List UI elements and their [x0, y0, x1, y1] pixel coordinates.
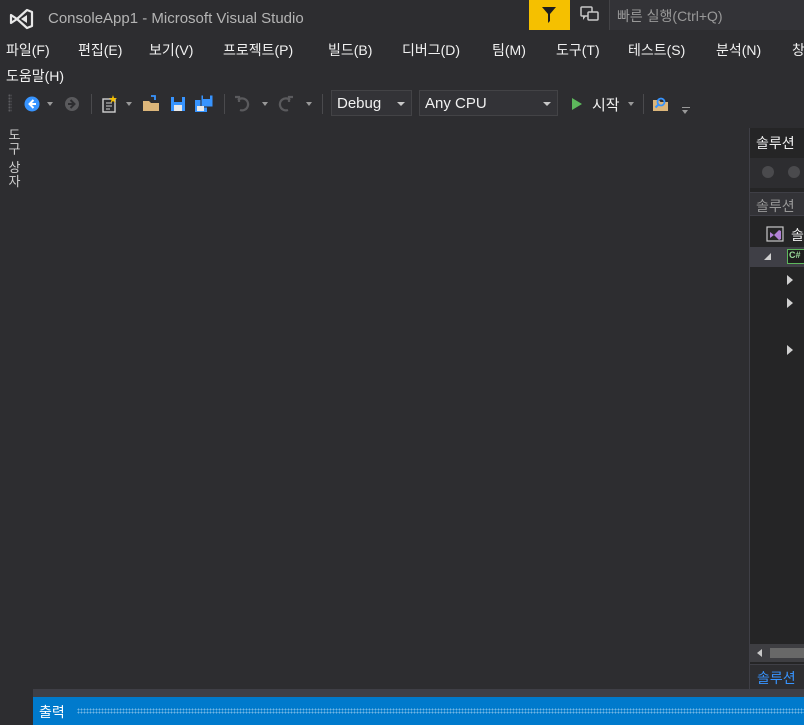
- new-project-dropdown-icon[interactable]: [126, 102, 132, 106]
- solution-explorer-tab-label: 솔루션: [757, 670, 796, 686]
- notification-filter-button[interactable]: [529, 0, 570, 30]
- solution-node-label: 솔: [791, 227, 804, 243]
- toolbox-tab[interactable]: 도구 상자: [4, 128, 24, 198]
- start-button-label[interactable]: 시작: [592, 94, 620, 115]
- save-icon[interactable]: [168, 94, 188, 114]
- navigate-forward-icon[interactable]: [62, 94, 82, 114]
- toolbar-separator: [224, 94, 225, 114]
- toolbar-separator: [643, 94, 644, 114]
- menu-build[interactable]: 빌드(B): [328, 40, 372, 60]
- solution-configuration-dropdown[interactable]: Debug: [331, 90, 412, 116]
- quick-launch-placeholder: 빠른 실행(Ctrl+Q): [617, 8, 723, 24]
- output-title: 출력: [39, 704, 65, 720]
- undo-icon[interactable]: [232, 94, 252, 114]
- filter-icon: [542, 7, 556, 23]
- solution-explorer-tab[interactable]: 솔루션: [750, 664, 804, 689]
- sol-back-icon[interactable]: [762, 166, 774, 178]
- toolbar-grip[interactable]: [8, 94, 12, 112]
- menu-help[interactable]: 도움말(H): [6, 66, 64, 86]
- csharp-badge: C#: [789, 250, 801, 260]
- navigate-back-dropdown-icon[interactable]: [47, 102, 53, 106]
- menu-tools[interactable]: 도구(T): [556, 40, 600, 60]
- scrollbar-thumb[interactable]: [770, 648, 804, 658]
- open-file-icon[interactable]: [141, 94, 161, 114]
- save-all-icon[interactable]: [194, 94, 214, 114]
- solution-icon: [766, 226, 784, 242]
- collapsed-arrow-icon[interactable]: [787, 275, 793, 285]
- menu-debug[interactable]: 디버그(D): [402, 40, 460, 60]
- output-window-header[interactable]: 출력: [33, 697, 804, 725]
- sol-forward-icon[interactable]: [788, 166, 800, 178]
- tree-item-project[interactable]: C#: [750, 247, 804, 267]
- menu-analyze[interactable]: 분석(N): [716, 40, 761, 60]
- sol-search-placeholder: 솔루션: [756, 198, 795, 214]
- collapsed-arrow-icon[interactable]: [787, 345, 793, 355]
- menu-file[interactable]: 파일(F): [6, 40, 50, 60]
- expanded-arrow-icon[interactable]: [764, 253, 771, 260]
- solution-explorer-search-input[interactable]: 솔루션: [750, 192, 804, 216]
- navigate-back-icon[interactable]: [22, 94, 42, 114]
- visual-studio-logo-icon: [7, 7, 35, 31]
- solution-explorer-title: 솔루션: [756, 135, 795, 151]
- new-project-icon[interactable]: [100, 94, 120, 114]
- output-drag-grip[interactable]: [77, 708, 804, 714]
- editor-area: [26, 122, 748, 688]
- platform-value: Any CPU: [425, 95, 487, 112]
- toolbar-separator: [322, 94, 323, 114]
- menu-project[interactable]: 프로젝트(P): [223, 40, 293, 60]
- menu-team[interactable]: 팀(M): [492, 40, 526, 60]
- menu-view[interactable]: 보기(V): [149, 40, 193, 60]
- menu-window[interactable]: 창: [792, 40, 804, 60]
- find-in-files-icon[interactable]: [651, 94, 671, 114]
- configuration-value: Debug: [337, 95, 382, 112]
- horizontal-scrollbar[interactable]: [750, 644, 804, 662]
- window-title: ConsoleApp1 - Microsoft Visual Studio: [48, 10, 304, 27]
- output-splitter[interactable]: [33, 689, 804, 697]
- feedback-icon[interactable]: [580, 6, 600, 24]
- undo-dropdown-icon[interactable]: [262, 102, 268, 106]
- menu-test[interactable]: 테스트(S): [628, 40, 685, 60]
- csharp-project-icon: C#: [787, 249, 804, 264]
- scroll-left-icon[interactable]: [757, 649, 762, 657]
- collapsed-arrow-icon[interactable]: [787, 298, 793, 308]
- toolbar-overflow-icon[interactable]: [682, 107, 690, 108]
- quick-launch-input[interactable]: 빠른 실행(Ctrl+Q): [609, 0, 804, 30]
- toolbox-label: 도구 상자: [6, 128, 21, 189]
- start-dropdown-icon[interactable]: [628, 102, 634, 106]
- redo-icon[interactable]: [276, 94, 296, 114]
- solution-platform-dropdown[interactable]: Any CPU: [419, 90, 558, 116]
- toolbar-overflow-arrow-icon[interactable]: [682, 110, 688, 114]
- redo-dropdown-icon[interactable]: [306, 102, 312, 106]
- chevron-down-icon: [397, 102, 405, 106]
- chevron-down-icon: [543, 102, 551, 106]
- toolbar-separator: [91, 94, 92, 114]
- start-play-icon[interactable]: [568, 94, 588, 114]
- solution-explorer-panel: 솔루션 솔루션 솔 C# 솔루션: [749, 128, 804, 689]
- menu-edit[interactable]: 편집(E): [78, 40, 122, 60]
- tree-item-solution[interactable]: 솔: [750, 224, 804, 244]
